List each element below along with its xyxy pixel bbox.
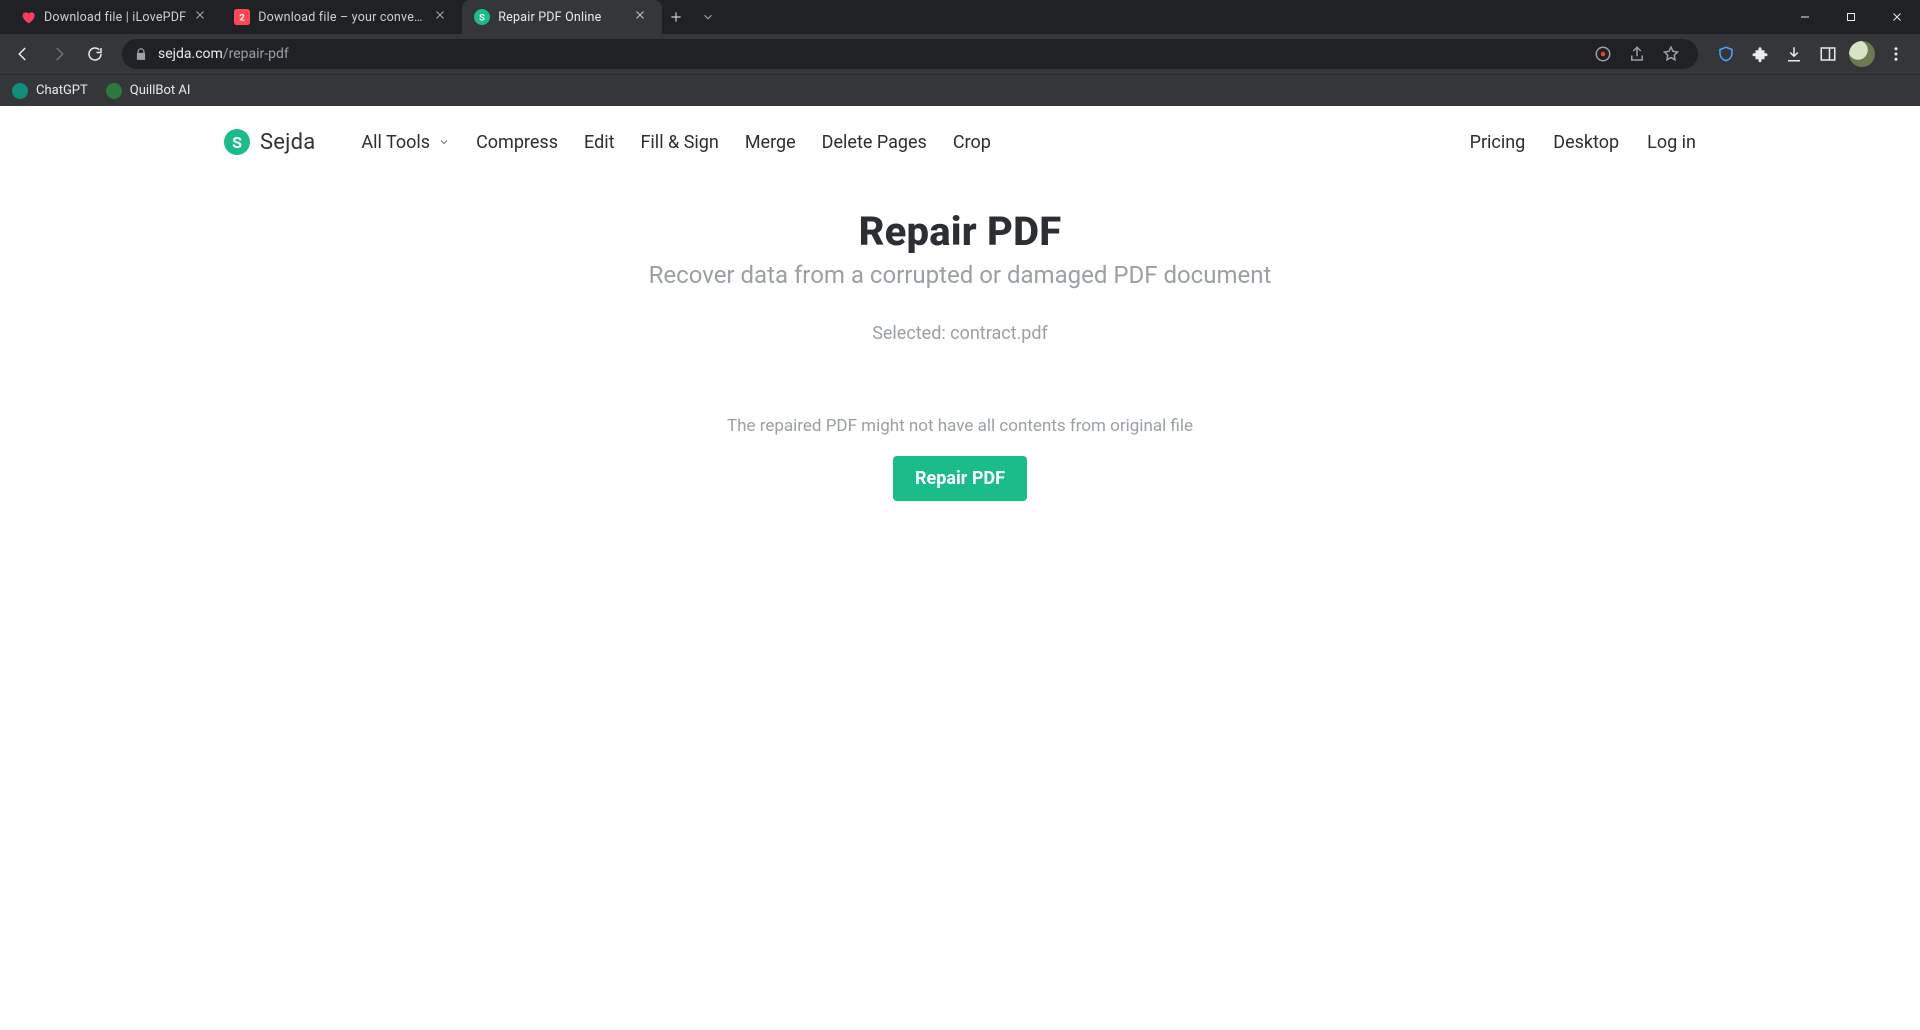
forward-button[interactable] bbox=[44, 39, 74, 69]
browser-tab-active[interactable]: S Repair PDF Online bbox=[462, 0, 662, 34]
nav-desktop[interactable]: Desktop bbox=[1553, 132, 1619, 153]
quillbot-icon bbox=[106, 83, 122, 99]
svg-text:S: S bbox=[479, 12, 485, 23]
kebab-menu-icon[interactable] bbox=[1880, 38, 1912, 70]
repair-pdf-button[interactable]: Repair PDF bbox=[893, 456, 1027, 501]
sejda-logo-icon: S bbox=[224, 129, 250, 155]
url-text: sejda.com/repair-pdf bbox=[158, 46, 289, 62]
toolbar-right bbox=[1710, 38, 1912, 70]
page-title: Repair PDF bbox=[0, 208, 1920, 255]
nav-merge[interactable]: Merge bbox=[745, 132, 796, 153]
brand-name: Sejda bbox=[260, 130, 315, 155]
page-subtitle: Recover data from a corrupted or damaged… bbox=[0, 261, 1920, 289]
bookmark-label: ChatGPT bbox=[36, 83, 88, 98]
site-header: S Sejda All Tools Compress Edit Fill & S… bbox=[200, 106, 1720, 178]
browser-tab[interactable]: Download file | iLovePDF bbox=[8, 0, 222, 34]
google-lens-icon[interactable] bbox=[1588, 39, 1618, 69]
address-bar[interactable]: sejda.com/repair-pdf bbox=[122, 39, 1698, 69]
chatgpt-icon bbox=[12, 83, 28, 99]
reload-button[interactable] bbox=[80, 39, 110, 69]
url-path: /repair-pdf bbox=[223, 46, 289, 62]
minimize-button[interactable] bbox=[1782, 0, 1828, 34]
svg-text:2: 2 bbox=[240, 12, 245, 23]
tab-title: Repair PDF Online bbox=[498, 10, 626, 25]
selected-file-label: Selected: contract.pdf bbox=[0, 323, 1920, 344]
bookmark-star-icon[interactable] bbox=[1656, 39, 1686, 69]
close-window-button[interactable] bbox=[1874, 0, 1920, 34]
nav-login[interactable]: Log in bbox=[1647, 132, 1696, 153]
tab-strip: Download file | iLovePDF 2 Download file… bbox=[0, 0, 690, 34]
nav-all-tools[interactable]: All Tools bbox=[361, 132, 450, 153]
tab-search-button[interactable] bbox=[690, 0, 726, 34]
downloads-icon[interactable] bbox=[1778, 38, 1810, 70]
nav-fill-sign[interactable]: Fill & Sign bbox=[640, 132, 718, 153]
hero: Repair PDF Recover data from a corrupted… bbox=[0, 208, 1920, 289]
window-controls bbox=[1782, 0, 1920, 34]
cta-row: Repair PDF bbox=[0, 456, 1920, 501]
close-icon[interactable] bbox=[434, 9, 450, 25]
bookmark-quillbot[interactable]: QuillBot AI bbox=[106, 83, 191, 99]
secondary-nav: Pricing Desktop Log in bbox=[1470, 132, 1696, 153]
browser-tab[interactable]: 2 Download file – your conversion bbox=[222, 0, 462, 34]
bookmark-chatgpt[interactable]: ChatGPT bbox=[12, 83, 88, 99]
extensions-icon[interactable] bbox=[1744, 38, 1776, 70]
nav-compress[interactable]: Compress bbox=[476, 132, 558, 153]
share-icon[interactable] bbox=[1622, 39, 1652, 69]
profile-avatar[interactable] bbox=[1846, 38, 1878, 70]
lock-icon bbox=[134, 47, 148, 61]
bookmarks-bar: ChatGPT QuillBot AI bbox=[0, 74, 1920, 106]
repair-note: The repaired PDF might not have all cont… bbox=[0, 416, 1920, 436]
tab-title: Download file | iLovePDF bbox=[44, 10, 186, 25]
sejda-icon: S bbox=[474, 9, 490, 25]
shield-icon[interactable] bbox=[1710, 38, 1742, 70]
brand-logo[interactable]: S Sejda bbox=[224, 129, 315, 155]
nav-crop[interactable]: Crop bbox=[953, 132, 991, 153]
nav-label: All Tools bbox=[361, 132, 430, 153]
maximize-button[interactable] bbox=[1828, 0, 1874, 34]
back-button[interactable] bbox=[8, 39, 38, 69]
close-icon[interactable] bbox=[634, 9, 650, 25]
page-content: S Sejda All Tools Compress Edit Fill & S… bbox=[0, 106, 1920, 1030]
nav-delete-pages[interactable]: Delete Pages bbox=[822, 132, 927, 153]
close-icon[interactable] bbox=[194, 9, 210, 25]
chevron-down-icon bbox=[438, 136, 450, 148]
app-icon: 2 bbox=[234, 9, 250, 25]
heart-icon bbox=[20, 9, 36, 25]
nav-pricing[interactable]: Pricing bbox=[1470, 132, 1526, 153]
browser-toolbar: sejda.com/repair-pdf bbox=[0, 34, 1920, 74]
bookmark-label: QuillBot AI bbox=[130, 83, 191, 98]
tab-title: Download file – your conversion bbox=[258, 10, 426, 25]
window-titlebar: Download file | iLovePDF 2 Download file… bbox=[0, 0, 1920, 34]
primary-nav: All Tools Compress Edit Fill & Sign Merg… bbox=[361, 132, 990, 153]
side-panel-icon[interactable] bbox=[1812, 38, 1844, 70]
new-tab-button[interactable] bbox=[662, 0, 690, 34]
url-host: sejda.com bbox=[158, 46, 223, 62]
nav-edit[interactable]: Edit bbox=[584, 132, 614, 153]
